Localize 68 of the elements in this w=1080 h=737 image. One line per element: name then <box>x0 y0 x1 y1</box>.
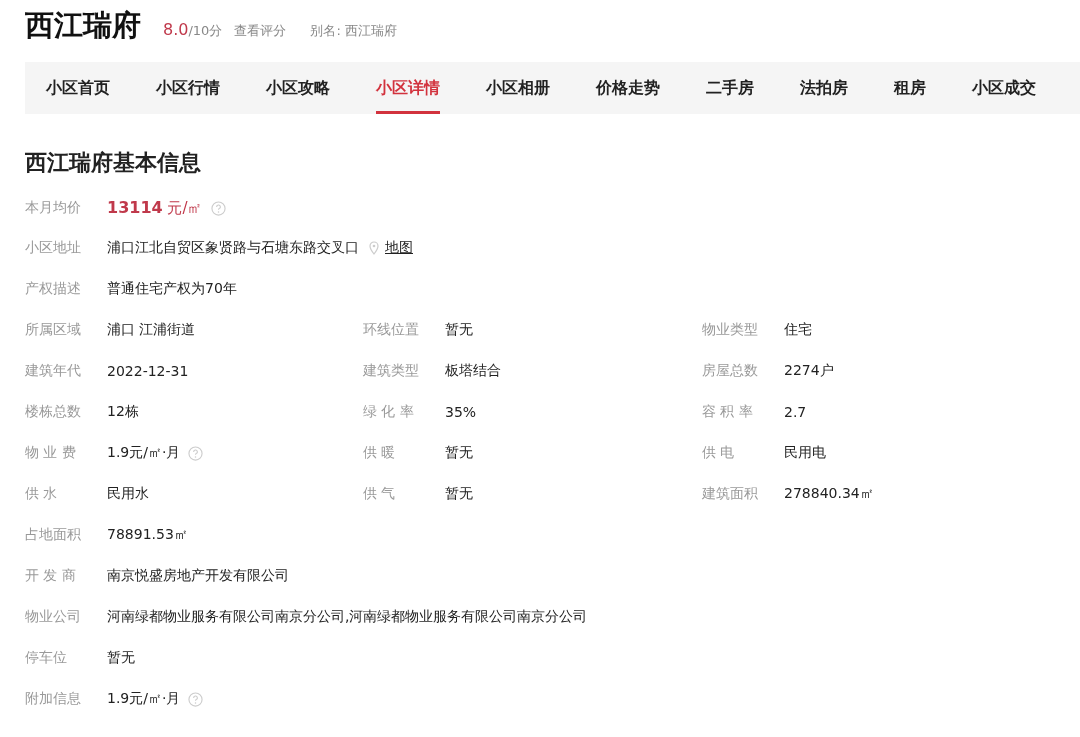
field-value: 民用水 <box>107 485 149 503</box>
field-label: 本月均价 <box>25 199 82 217</box>
help-icon[interactable] <box>188 445 204 461</box>
field-label: 开 发 商 <box>25 567 77 585</box>
field-label: 容 积 率 <box>702 403 754 421</box>
field-value: 暂无 <box>445 444 473 462</box>
field-label: 建筑年代 <box>25 362 82 380</box>
field-label: 小区地址 <box>25 239 82 257</box>
field-value: 35% <box>445 404 477 420</box>
nav-tab[interactable]: 租房 <box>894 62 926 114</box>
nav-tab[interactable]: 小区相册 <box>486 62 550 114</box>
field-label: 停车位 <box>25 649 68 667</box>
field-label: 占地面积 <box>25 526 82 544</box>
field-label: 所属区域 <box>25 321 82 339</box>
section-title: 西江瑞府基本信息 <box>25 149 202 177</box>
nav-tab[interactable]: 小区行情 <box>156 62 220 114</box>
field-label: 供 水 <box>25 485 59 503</box>
field-label: 楼栋总数 <box>25 403 82 421</box>
field-value: 2022-12-31 <box>107 363 189 379</box>
field-label: 供 暖 <box>363 444 397 462</box>
nav-tab[interactable]: 小区详情 <box>376 62 440 114</box>
field-value: 浦口 江浦街道 <box>107 321 196 339</box>
rating-link[interactable]: 查看评分 <box>234 22 287 40</box>
field-value: 普通住宅产权为70年 <box>107 280 237 298</box>
field-label: 房屋总数 <box>702 362 759 380</box>
field-value: 2.7 <box>784 404 807 420</box>
field-label: 附加信息 <box>25 690 82 708</box>
field-label: 供 电 <box>702 444 736 462</box>
score-max: /10分 <box>188 22 223 40</box>
nav-tab[interactable]: 小区攻略 <box>266 62 330 114</box>
page-title: 西江瑞府 <box>25 7 141 44</box>
nav-tab[interactable]: 小区成交 <box>972 62 1036 114</box>
field-value: 暂无 <box>445 321 473 339</box>
field-label: 物业类型 <box>702 321 759 339</box>
field-value: 板塔结合 <box>445 362 501 380</box>
nav-tab[interactable]: 小区首页 <box>46 62 110 114</box>
field-label: 建筑面积 <box>702 485 759 503</box>
field-label: 建筑类型 <box>363 362 420 380</box>
field-label: 物业公司 <box>25 608 82 626</box>
alias-label: 别名: <box>310 22 341 40</box>
help-icon[interactable] <box>188 691 204 707</box>
nav-tab[interactable]: 法拍房 <box>800 62 848 114</box>
help-icon[interactable] <box>210 200 226 216</box>
field-value: 住宅 <box>784 321 812 339</box>
field-value: 78891.53㎡ <box>107 526 188 544</box>
alias-text: 西江瑞府 <box>344 22 397 40</box>
price-value: 13114 元/㎡ <box>107 198 203 218</box>
field-value: 南京悦盛房地产开发有限公司 <box>107 567 289 585</box>
field-label: 供 气 <box>363 485 397 503</box>
field-value: 1.9元/㎡·月 <box>107 690 181 708</box>
score: 8.0 <box>163 20 189 39</box>
field-label: 绿 化 率 <box>363 403 415 421</box>
field-value: 1.9元/㎡·月 <box>107 444 181 462</box>
field-label: 产权描述 <box>25 280 82 298</box>
field-label: 物 业 费 <box>25 444 77 462</box>
nav-tab[interactable]: 二手房 <box>706 62 754 114</box>
field-value: 2274户 <box>784 362 834 380</box>
field-label: 环线位置 <box>363 321 420 339</box>
field-value: 暂无 <box>445 485 473 503</box>
field-value: 河南绿都物业服务有限公司南京分公司,河南绿都物业服务有限公司南京分公司 <box>107 608 588 626</box>
field-value: 12栋 <box>107 403 139 421</box>
field-value: 278840.34㎡ <box>784 485 874 503</box>
field-value: 暂无 <box>107 649 135 667</box>
field-value: 浦口江北自贸区象贤路与石塘东路交叉口 <box>107 239 359 257</box>
field-value: 民用电 <box>784 444 826 462</box>
nav-tab[interactable]: 价格走势 <box>596 62 660 114</box>
location-pin-icon <box>369 241 379 255</box>
map-link[interactable]: 地图 <box>385 239 413 257</box>
